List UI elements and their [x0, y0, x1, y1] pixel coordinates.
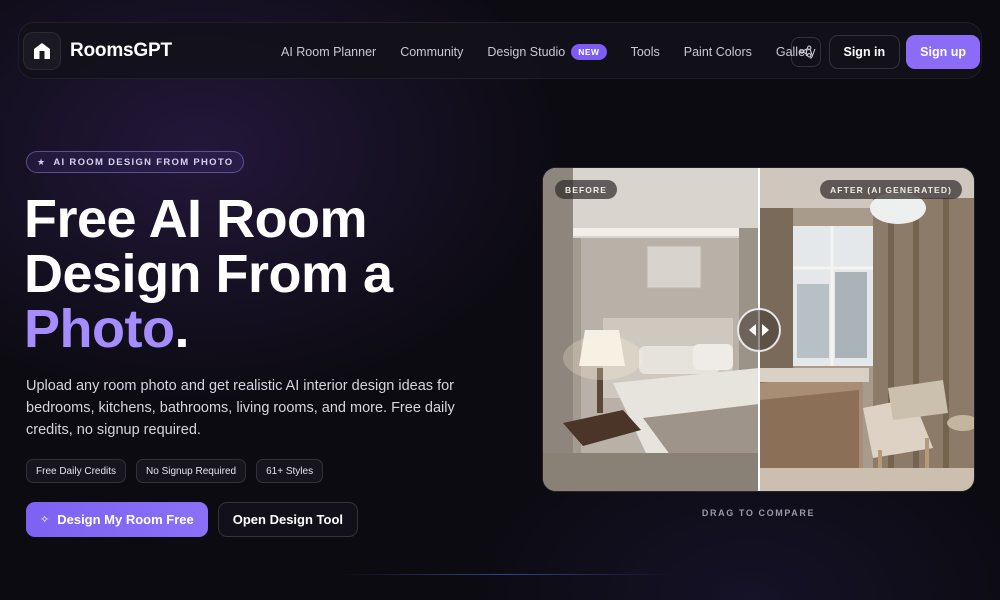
nav-actions: Sign in Sign up	[790, 23, 982, 80]
before-after-compare[interactable]: BEFORE AFTER (AI GENERATED)	[542, 167, 975, 492]
after-label: AFTER (AI GENERATED)	[820, 180, 962, 199]
nav-link-ai-room-planner[interactable]: AI Room Planner	[281, 45, 376, 59]
nav-link-community[interactable]: Community	[400, 45, 463, 59]
share-button[interactable]	[790, 36, 821, 67]
cta-row: ✧ Design My Room Free Open Design Tool	[26, 502, 359, 537]
headline-line-2: Design From a	[24, 244, 393, 304]
star-icon: ★	[37, 156, 47, 167]
sign-in-button[interactable]: Sign in	[828, 34, 901, 69]
headline-line-1: Free AI Room	[24, 189, 368, 249]
chip-styles: 61+ Styles	[256, 459, 324, 483]
feature-chips: Free Daily Credits No Signup Required 61…	[26, 459, 333, 483]
share-icon	[799, 45, 812, 58]
compare-drag-handle[interactable]	[737, 308, 781, 352]
brand-name: RoomsGPT	[70, 39, 172, 61]
house-logo-icon	[23, 31, 61, 70]
drag-to-compare-hint: DRAG TO COMPARE	[701, 508, 816, 518]
section-divider	[340, 574, 670, 575]
chip-free-daily-credits: Free Daily Credits	[26, 459, 127, 483]
nav-link-tools[interactable]: Tools	[631, 45, 660, 59]
nav-links: AI Room Planner Community Design Studio N…	[281, 23, 839, 80]
hero-subtext: Upload any room photo and get realistic …	[26, 378, 455, 438]
left-right-arrows-icon	[749, 324, 769, 336]
new-badge: NEW	[571, 43, 607, 60]
headline-line-3: Photo.	[24, 299, 189, 359]
eyebrow-badge: ★ AI ROOM DESIGN FROM PHOTO	[26, 151, 245, 173]
chip-no-signup: No Signup Required	[136, 459, 247, 483]
nav-link-paint-colors[interactable]: Paint Colors	[684, 45, 752, 59]
top-navbar: RoomsGPT AI Room Planner Community Desig…	[18, 22, 982, 79]
design-my-room-button[interactable]: ✧ Design My Room Free	[26, 502, 208, 537]
sparkle-icon: ✧	[40, 514, 50, 526]
before-label: BEFORE	[555, 180, 618, 199]
brand[interactable]: RoomsGPT	[23, 31, 172, 70]
sign-up-button[interactable]: Sign up	[906, 34, 980, 69]
hero-headline: Free AI Room Design From a Photo.	[24, 192, 494, 357]
nav-link-design-studio[interactable]: Design Studio NEW	[487, 43, 607, 60]
open-design-tool-button[interactable]: Open Design Tool	[217, 502, 359, 537]
headline-accent: Photo	[24, 299, 175, 359]
